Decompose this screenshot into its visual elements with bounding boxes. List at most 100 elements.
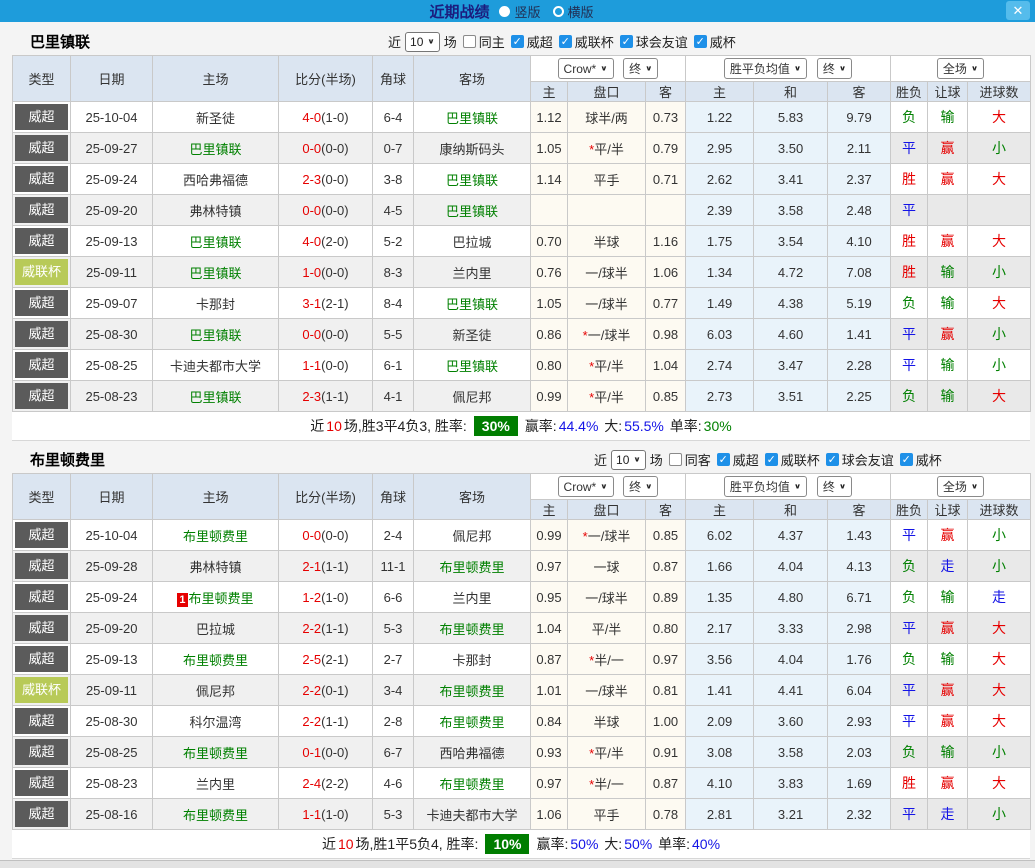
avg-type-dropdown[interactable]: 胜平负均值 ∨	[724, 58, 807, 79]
col-result-goals: 进球数	[968, 500, 1031, 520]
home-team: 卡那封	[153, 288, 279, 319]
filters-bar: 近 10 ∨ 场 同客 ✓威超✓威联杯✓球会友谊✓威杯	[594, 450, 942, 470]
odds-time-dropdown[interactable]: 终 ∨	[623, 476, 658, 497]
filters-bar: 近 10 ∨ 场 同主 ✓威超✓威联杯✓球会友谊✓威杯	[388, 32, 736, 52]
result-goals: 大	[968, 706, 1031, 737]
odds-home: 0.80	[531, 350, 568, 381]
match-date: 25-08-25	[71, 737, 153, 768]
match-date: 25-09-07	[71, 288, 153, 319]
checkbox-checked-icon: ✓	[620, 35, 633, 48]
match-row: 威超25-09-20弗林特镇0-0(0-0)4-5巴里镇联2.393.582.4…	[13, 195, 1031, 226]
score: 1-1(1-0)	[279, 799, 373, 830]
odds-away: 1.06	[646, 257, 686, 288]
recent-count-select[interactable]: 10 ∨	[611, 450, 646, 470]
avg-home-odds: 2.81	[686, 799, 754, 830]
col-result-handicap: 让球	[928, 500, 968, 520]
odds-away: 0.89	[646, 582, 686, 613]
away-team: 布里顿费里	[414, 768, 531, 799]
match-row: 威超25-08-23兰内里2-4(2-2)4-6布里顿费里0.97*半/一0.8…	[13, 768, 1031, 799]
competition-type-cell: 威超	[13, 520, 71, 551]
match-date: 25-10-04	[71, 520, 153, 551]
away-team: 巴里镇联	[414, 288, 531, 319]
layout-option-vertical[interactable]: 竖版	[499, 2, 540, 21]
corner-score: 8-4	[373, 288, 414, 319]
match-row: 威超25-08-30巴里镇联0-0(0-0)5-5新圣徒0.86*一/球半0.9…	[13, 319, 1031, 350]
col-odds-home: 主	[531, 500, 568, 520]
competition-type-cell: 威超	[13, 737, 71, 768]
chevron-down-icon: ∨	[427, 37, 434, 46]
result-wdl: 负	[891, 551, 928, 582]
competition-badge: 威超	[15, 290, 68, 316]
corner-score: 8-3	[373, 257, 414, 288]
avg-home-odds: 6.03	[686, 319, 754, 350]
competition-badge: 威超	[15, 197, 68, 223]
home-team: 巴里镇联	[153, 133, 279, 164]
avg-home-odds: 1.66	[686, 551, 754, 582]
odds-home: 0.97	[531, 768, 568, 799]
odds-home: 0.87	[531, 644, 568, 675]
odds-company-dropdown[interactable]: Crow* ∨	[558, 476, 614, 497]
result-handicap: 赢	[928, 613, 968, 644]
odds-time-dropdown[interactable]: 终 ∨	[623, 58, 658, 79]
avg-time-dropdown[interactable]: 终 ∨	[817, 58, 852, 79]
team-name: 布里顿费里	[30, 449, 105, 470]
scope-dropdown[interactable]: 全场 ∨	[937, 58, 984, 79]
away-team: 新圣徒	[414, 319, 531, 350]
odds-home: 1.01	[531, 675, 568, 706]
competition-type-cell: 威超	[13, 644, 71, 675]
match-row: 威联杯25-09-11巴里镇联1-0(0-0)8-3兰内里0.76一/球半1.0…	[13, 257, 1031, 288]
score: 0-0(0-0)	[279, 520, 373, 551]
result-handicap: 赢	[928, 520, 968, 551]
avg-type-dropdown[interactable]: 胜平负均值 ∨	[724, 476, 807, 497]
scope-dropdown[interactable]: 全场 ∨	[937, 476, 984, 497]
competition-type-cell: 威超	[13, 195, 71, 226]
live-odds-star-icon: *	[589, 653, 594, 668]
league-checkbox-1[interactable]: ✓威超	[505, 32, 553, 51]
recent-count-select[interactable]: 10 ∨	[405, 32, 440, 52]
league-checkbox-3[interactable]: ✓球会友谊	[614, 32, 688, 51]
layout-option-horizontal[interactable]: 横版	[553, 2, 594, 21]
match-date: 25-10-04	[71, 102, 153, 133]
home-team: 佩尼邦	[153, 675, 279, 706]
score: 0-0(0-0)	[279, 133, 373, 164]
match-date: 25-08-30	[71, 319, 153, 350]
avg-away-odds: 5.19	[828, 288, 891, 319]
avg-time-dropdown[interactable]: 终 ∨	[817, 476, 852, 497]
result-goals: 走	[968, 582, 1031, 613]
odds-away: 0.87	[646, 768, 686, 799]
result-goals: 大	[968, 644, 1031, 675]
league-checkbox-4[interactable]: ✓威杯	[688, 32, 736, 51]
same-venue-checkbox[interactable]: 同客	[663, 450, 711, 469]
avg-away-odds: 2.28	[828, 350, 891, 381]
avg-away-odds: 2.93	[828, 706, 891, 737]
close-button[interactable]: ✕	[1006, 1, 1030, 20]
same-venue-checkbox[interactable]: 同主	[457, 32, 505, 51]
away-team: 布里顿费里	[414, 675, 531, 706]
odds-company-dropdown[interactable]: Crow* ∨	[558, 58, 614, 79]
home-team: 1布里顿费里	[153, 582, 279, 613]
odds-home: 0.99	[531, 381, 568, 412]
avg-home-odds: 1.34	[686, 257, 754, 288]
league-checkbox-2[interactable]: ✓威联杯	[553, 32, 614, 51]
col-handicap: 盘口	[568, 82, 646, 102]
match-row: 威超25-09-241布里顿费里1-2(1-0)6-6兰内里0.95一/球半0.…	[13, 582, 1031, 613]
competition-type-cell: 威超	[13, 381, 71, 412]
handicap: *半/一	[568, 768, 646, 799]
avg-home-odds: 2.17	[686, 613, 754, 644]
competition-badge: 威超	[15, 615, 68, 641]
avg-home-odds: 2.74	[686, 350, 754, 381]
avg-home-odds: 4.10	[686, 768, 754, 799]
match-row: 威超25-09-13巴里镇联4-0(2-0)5-2巴拉城0.70半球1.161.…	[13, 226, 1031, 257]
league-checkbox-3[interactable]: ✓球会友谊	[820, 450, 894, 469]
col-odds-home: 主	[531, 82, 568, 102]
league-checkbox-4[interactable]: ✓威杯	[894, 450, 942, 469]
away-team: 佩尼邦	[414, 381, 531, 412]
avg-away-odds: 9.79	[828, 102, 891, 133]
league-checkbox-1[interactable]: ✓威超	[711, 450, 759, 469]
avg-draw-odds: 5.83	[754, 102, 828, 133]
competition-type-cell: 威超	[13, 319, 71, 350]
avg-draw-odds: 4.41	[754, 675, 828, 706]
league-checkbox-2[interactable]: ✓威联杯	[759, 450, 820, 469]
home-team: 兰内里	[153, 768, 279, 799]
avg-away-odds: 2.37	[828, 164, 891, 195]
